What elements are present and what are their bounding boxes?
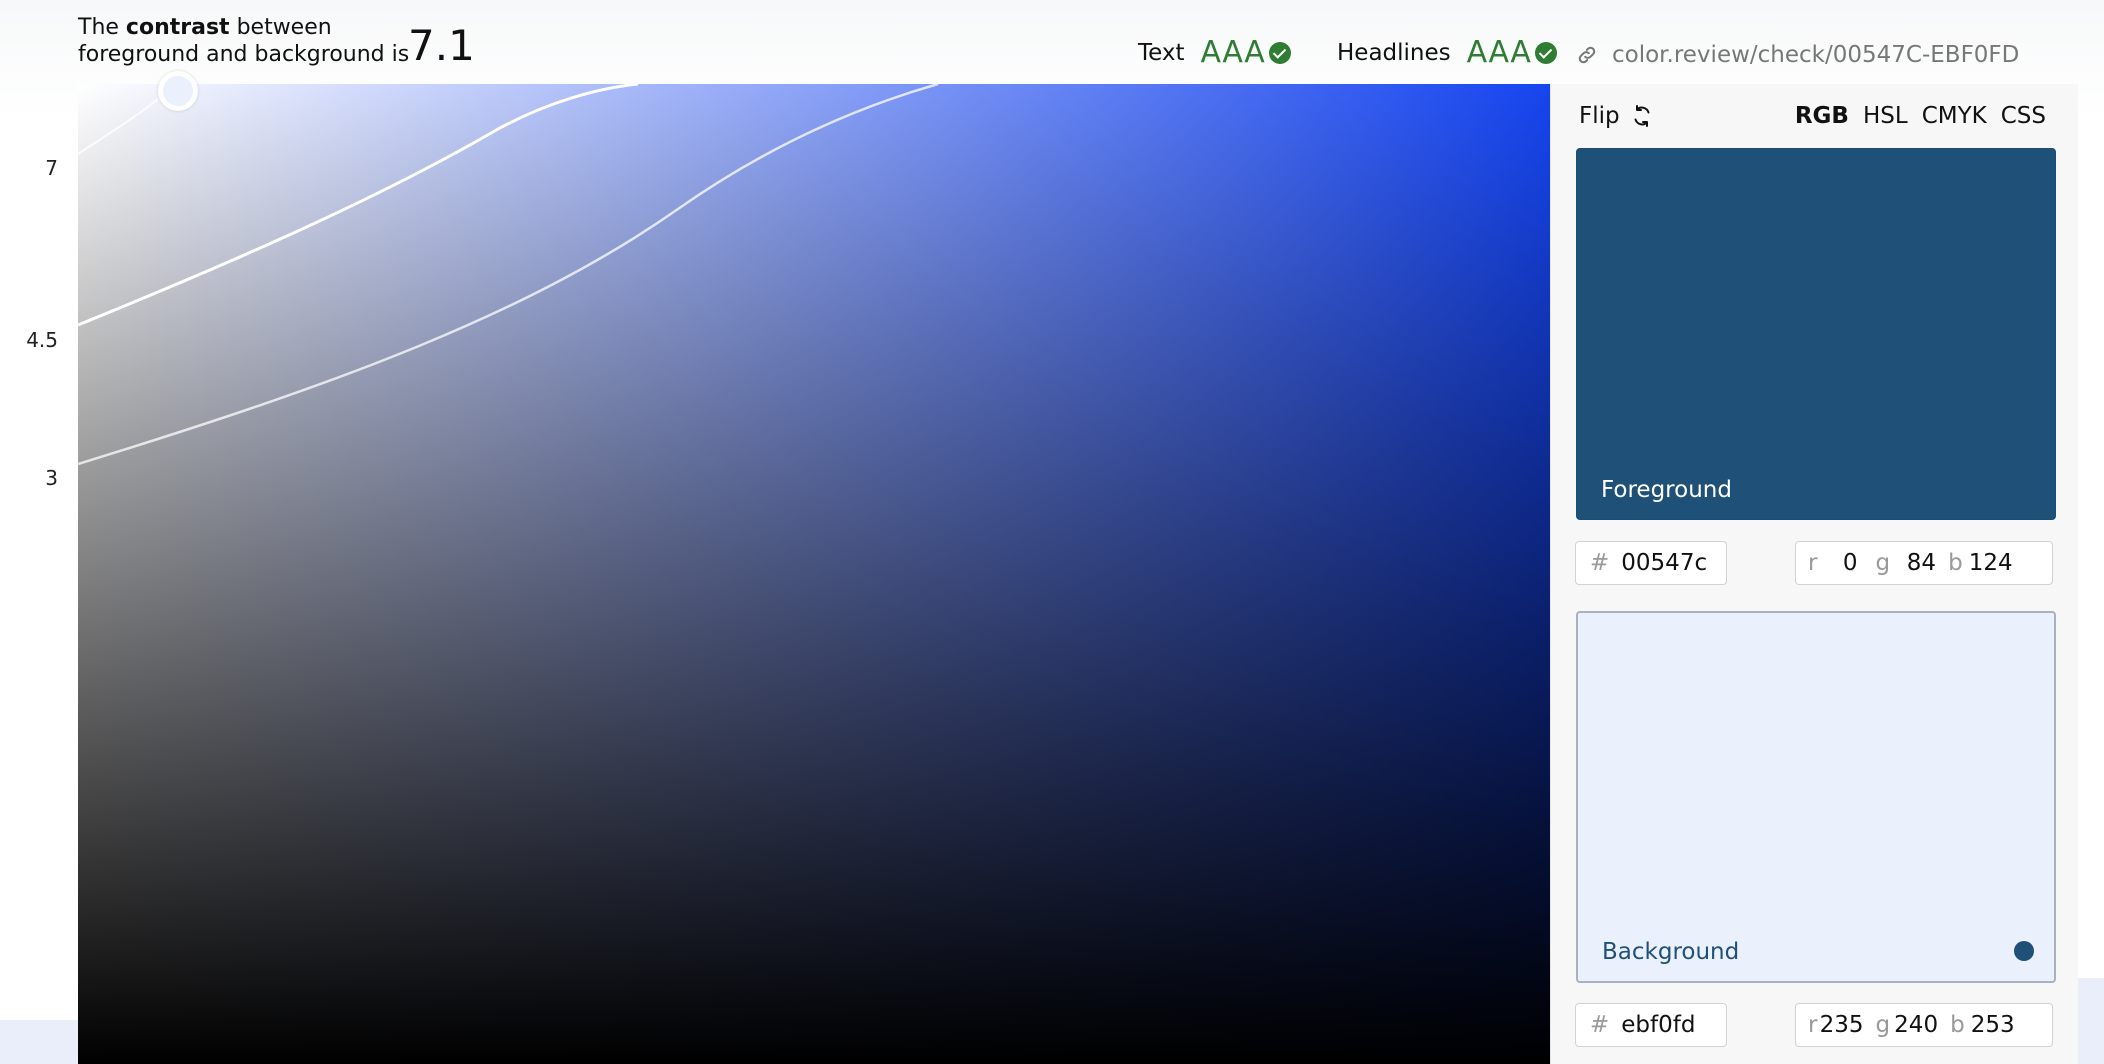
share-link-text: color.review/check/00547C-EBF0FD <box>1612 42 2020 68</box>
background-hex-value: ebf0fd <box>1621 1012 1696 1038</box>
background-label: Background <box>1602 939 1740 965</box>
axis-tick-7: 7 <box>45 156 58 180</box>
text-rating-level: AAA <box>1200 35 1266 70</box>
background-swatch[interactable]: Background <box>1576 611 2056 983</box>
contrast-curve-7 <box>78 98 159 155</box>
foreground-swatch[interactable]: Foreground <box>1576 148 2056 520</box>
channel-g-label: g <box>1875 1012 1891 1038</box>
color-picker-handle[interactable] <box>158 71 198 111</box>
contrast-ratio-value: 7.1 <box>408 21 475 70</box>
contrast-line2: foreground and background is <box>78 42 410 67</box>
foreground-label: Foreground <box>1601 477 1732 503</box>
tab-cmyk[interactable]: CMYK <box>1922 101 1987 131</box>
hash-symbol: # <box>1590 550 1610 576</box>
background-rgb-input[interactable]: r 235 g 240 b 253 <box>1795 1003 2053 1047</box>
hash-symbol: # <box>1590 1012 1610 1038</box>
foreground-hex-input[interactable]: # 00547c <box>1575 541 1727 585</box>
axis-tick-3: 3 <box>45 466 58 490</box>
link-icon <box>1578 46 1596 64</box>
contrast-prefix: The <box>78 15 119 40</box>
tab-rgb[interactable]: RGB <box>1795 101 1849 131</box>
background-g-value[interactable]: 240 <box>1890 1012 1938 1038</box>
contrast-bold: contrast <box>125 15 230 40</box>
contrast-label: The contrast between foreground and back… <box>78 14 409 68</box>
channel-b-label: b <box>1950 1012 1965 1038</box>
color-mode-tabs: RGB HSL CMYK CSS <box>1781 101 2046 131</box>
background-hex-input[interactable]: # ebf0fd <box>1575 1003 1727 1047</box>
headlines-rating-label: Headlines <box>1337 40 1451 66</box>
flip-label: Flip <box>1579 103 1620 129</box>
channel-g-label: g <box>1875 550 1891 576</box>
check-circle-icon <box>1269 42 1292 64</box>
text-rating-label: Text <box>1138 40 1185 66</box>
foreground-g-value[interactable]: 84 <box>1890 550 1936 576</box>
channel-b-label: b <box>1948 550 1963 576</box>
check-circle-icon <box>1535 42 1558 64</box>
background-indicator-dot <box>2014 941 2034 961</box>
foreground-rgb-input[interactable]: r 0 g 84 b 124 <box>1795 541 2053 585</box>
contrast-curves <box>78 84 939 466</box>
contrast-curve-4-5 <box>78 84 639 327</box>
bottom-strip <box>0 1020 78 1064</box>
text-rating: Text AAA <box>1138 35 1292 70</box>
flip-button[interactable]: Flip <box>1579 101 1654 131</box>
tab-hsl[interactable]: HSL <box>1863 101 1908 131</box>
background-r-value[interactable]: 235 <box>1817 1012 1864 1038</box>
foreground-r-value[interactable]: 0 <box>1817 550 1858 576</box>
axis-tick-4-5: 4.5 <box>26 328 58 352</box>
headlines-rating: Headlines AAA <box>1337 35 1558 70</box>
channel-r-label: r <box>1808 1012 1818 1038</box>
contrast-curve-3 <box>78 84 939 466</box>
color-picker-canvas[interactable] <box>78 84 1550 1064</box>
tab-css[interactable]: CSS <box>2001 101 2046 131</box>
channel-r-label: r <box>1808 550 1818 576</box>
contrast-suffix: between <box>236 15 332 40</box>
headlines-rating-level: AAA <box>1466 35 1532 70</box>
foreground-b-value[interactable]: 124 <box>1963 550 2013 576</box>
share-link[interactable]: color.review/check/00547C-EBF0FD <box>1576 40 2019 70</box>
refresh-icon <box>1634 105 1650 127</box>
foreground-hex-value: 00547c <box>1621 550 1708 576</box>
background-b-value[interactable]: 253 <box>1965 1012 2015 1038</box>
bottom-strip-right <box>2074 978 2104 1064</box>
